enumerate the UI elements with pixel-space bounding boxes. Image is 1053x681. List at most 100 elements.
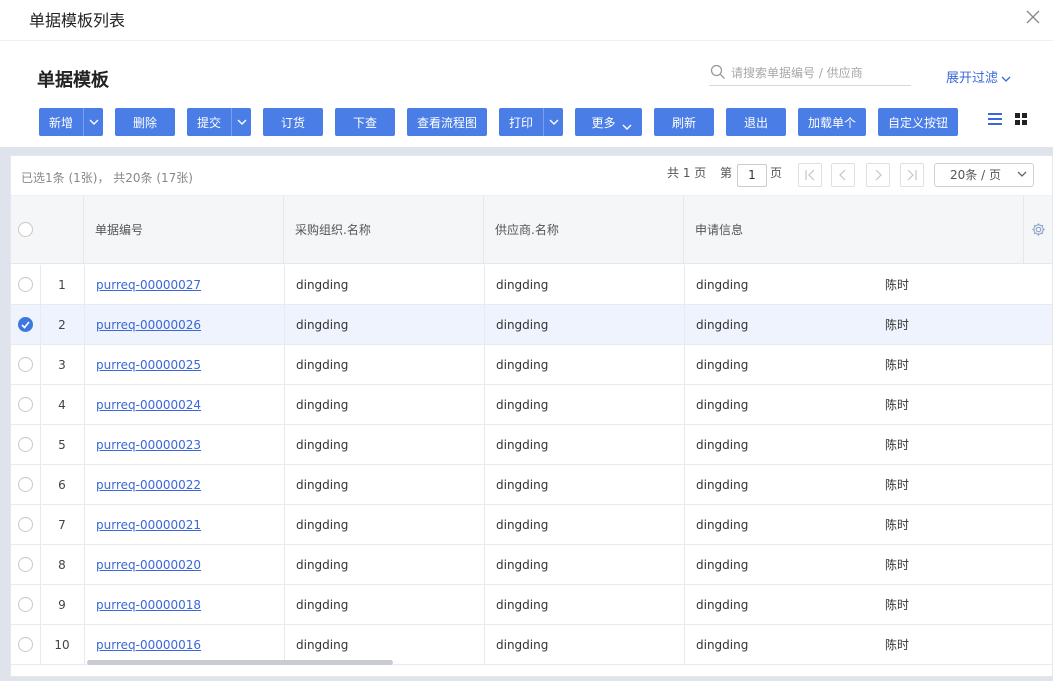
table-body: 1 purreq-00000027 dingding dingding dingding… — [11, 265, 1052, 665]
chevron-down-icon[interactable] — [83, 108, 103, 136]
purchase-org-cell: dingding — [296, 558, 349, 572]
table-row[interactable]: 6 purreq-00000022 dingding dingding dingding… — [11, 465, 1052, 505]
apply-info-cell: dingding — [696, 278, 749, 292]
bill-number-link[interactable]: purreq-00000021 — [96, 505, 201, 545]
column-divider — [484, 545, 485, 585]
column-divider — [484, 505, 485, 545]
row-select-radio[interactable] — [18, 397, 33, 412]
bill-number-link[interactable]: purreq-00000022 — [96, 465, 201, 505]
page-number-input[interactable]: 1 — [737, 164, 767, 187]
table-row[interactable]: 10 purreq-00000016 dingding dingding dingdin… — [11, 625, 1052, 665]
table-row[interactable]: 3 purreq-00000025 dingding dingding dingding… — [11, 345, 1052, 385]
supplier-cell: dingding — [496, 438, 549, 452]
row-select-radio[interactable] — [18, 437, 33, 452]
table-row[interactable]: 8 purreq-00000020 dingding dingding dingding… — [11, 545, 1052, 585]
applicant-cell: 陈时 — [885, 598, 910, 612]
search-box[interactable] — [709, 62, 911, 86]
applicant-cell: 陈时 — [885, 518, 910, 532]
page-prefix: 第 — [720, 166, 733, 180]
table-row[interactable]: 4 purreq-00000024 dingding dingding dingding… — [11, 385, 1052, 425]
bill-number-link[interactable]: purreq-00000025 — [96, 345, 201, 385]
row-number: 3 — [58, 358, 66, 372]
applicant-cell: 陈时 — [885, 438, 910, 452]
column-divider — [484, 425, 485, 465]
row-select-radio[interactable] — [18, 557, 33, 572]
table-row[interactable]: 5 purreq-00000023 dingding dingding dingding… — [11, 425, 1052, 465]
push-down-button[interactable]: 下查 — [335, 108, 395, 136]
bill-number-link[interactable]: purreq-00000024 — [96, 385, 201, 425]
column-divider — [484, 625, 485, 665]
column-divider — [684, 345, 685, 385]
apply-info-cell: dingding — [696, 398, 749, 412]
header-bill-number[interactable]: 单据编号 — [84, 196, 284, 264]
applicant-cell: 陈时 — [885, 478, 910, 492]
page-size-select[interactable]: 20条 / 页 — [934, 163, 1034, 187]
table-row[interactable]: 9 purreq-00000018 dingding dingding dingding… — [11, 585, 1052, 625]
grid-view-icon[interactable] — [1012, 110, 1030, 128]
first-page-icon[interactable] — [798, 163, 822, 187]
table-row[interactable]: 7 purreq-00000021 dingding dingding dingding… — [11, 505, 1052, 545]
prev-page-icon[interactable] — [831, 163, 855, 187]
column-divider — [84, 585, 85, 625]
chevron-down-icon[interactable] — [543, 108, 563, 136]
column-divider — [84, 625, 85, 665]
submit-button[interactable]: 提交 — [187, 108, 251, 136]
purchase-org-cell: dingding — [296, 358, 349, 372]
load-single-button[interactable]: 加载单个 — [798, 108, 866, 136]
close-icon[interactable] — [1023, 7, 1043, 27]
purchase-org-cell: dingding — [296, 598, 349, 612]
title-bar: 单据模板列表 — [0, 0, 1053, 41]
custom-button[interactable]: 自定义按钮 — [878, 108, 958, 136]
delete-button[interactable]: 删除 — [115, 108, 175, 136]
print-button[interactable]: 打印 — [499, 108, 563, 136]
grid-panel: 已选1条 (1张)， 共20条 (17张) 共 1 页 第 1 页 20条 / … — [0, 147, 1053, 681]
header-apply-info[interactable]: 申请信息 — [684, 196, 1024, 264]
page-title: 单据模板 — [37, 70, 109, 91]
apply-info-cell: dingding — [696, 438, 749, 452]
column-divider — [84, 265, 85, 305]
row-select-radio[interactable] — [18, 317, 33, 332]
more-button[interactable]: 更多 — [575, 108, 642, 136]
header-purchase-org[interactable]: 采购组织.名称 — [284, 196, 484, 264]
new-button[interactable]: 新增 — [39, 108, 103, 136]
row-select-radio[interactable] — [18, 477, 33, 492]
bill-number-link[interactable]: purreq-00000023 — [96, 425, 201, 465]
view-flow-button[interactable]: 查看流程图 — [407, 108, 487, 136]
row-number: 4 — [58, 398, 66, 412]
bill-number-link[interactable]: purreq-00000016 — [96, 625, 201, 665]
row-number: 8 — [58, 558, 66, 572]
bill-number-link[interactable]: purreq-00000018 — [96, 585, 201, 625]
supplier-cell: dingding — [496, 598, 549, 612]
last-page-icon[interactable] — [900, 163, 924, 187]
bill-number-link[interactable]: purreq-00000026 — [96, 305, 201, 345]
row-select-radio[interactable] — [18, 597, 33, 612]
row-number: 5 — [58, 438, 66, 452]
bill-number-link[interactable]: purreq-00000027 — [96, 265, 201, 305]
table-row[interactable]: 1 purreq-00000027 dingding dingding dingding… — [11, 265, 1052, 305]
order-button[interactable]: 订货 — [263, 108, 323, 136]
column-divider — [284, 625, 285, 665]
expand-filter-button[interactable]: 展开过滤 — [946, 67, 1011, 86]
row-select-radio[interactable] — [18, 637, 33, 652]
row-select-radio[interactable] — [18, 277, 33, 292]
column-divider — [284, 385, 285, 425]
search-input[interactable] — [731, 63, 909, 83]
purchase-org-cell: dingding — [296, 318, 349, 332]
next-page-icon[interactable] — [866, 163, 890, 187]
purchase-org-cell: dingding — [296, 438, 349, 452]
exit-button[interactable]: 退出 — [726, 108, 786, 136]
gear-icon[interactable] — [1031, 222, 1046, 241]
row-select-radio[interactable] — [18, 517, 33, 532]
header-supplier[interactable]: 供应商.名称 — [484, 196, 684, 264]
horizontal-scrollbar[interactable] — [87, 660, 393, 665]
chevron-down-icon[interactable] — [231, 108, 251, 136]
table-row[interactable]: 2 purreq-00000026 dingding dingding dingding… — [11, 305, 1052, 345]
applicant-cell: 陈时 — [885, 398, 910, 412]
purchase-org-cell: dingding — [296, 478, 349, 492]
refresh-button[interactable]: 刷新 — [654, 108, 714, 136]
list-view-icon[interactable] — [986, 110, 1004, 128]
data-grid: 已选1条 (1张)， 共20条 (17张) 共 1 页 第 1 页 20条 / … — [10, 155, 1053, 677]
bill-number-link[interactable]: purreq-00000020 — [96, 545, 201, 585]
row-select-radio[interactable] — [18, 357, 33, 372]
column-divider — [684, 465, 685, 505]
